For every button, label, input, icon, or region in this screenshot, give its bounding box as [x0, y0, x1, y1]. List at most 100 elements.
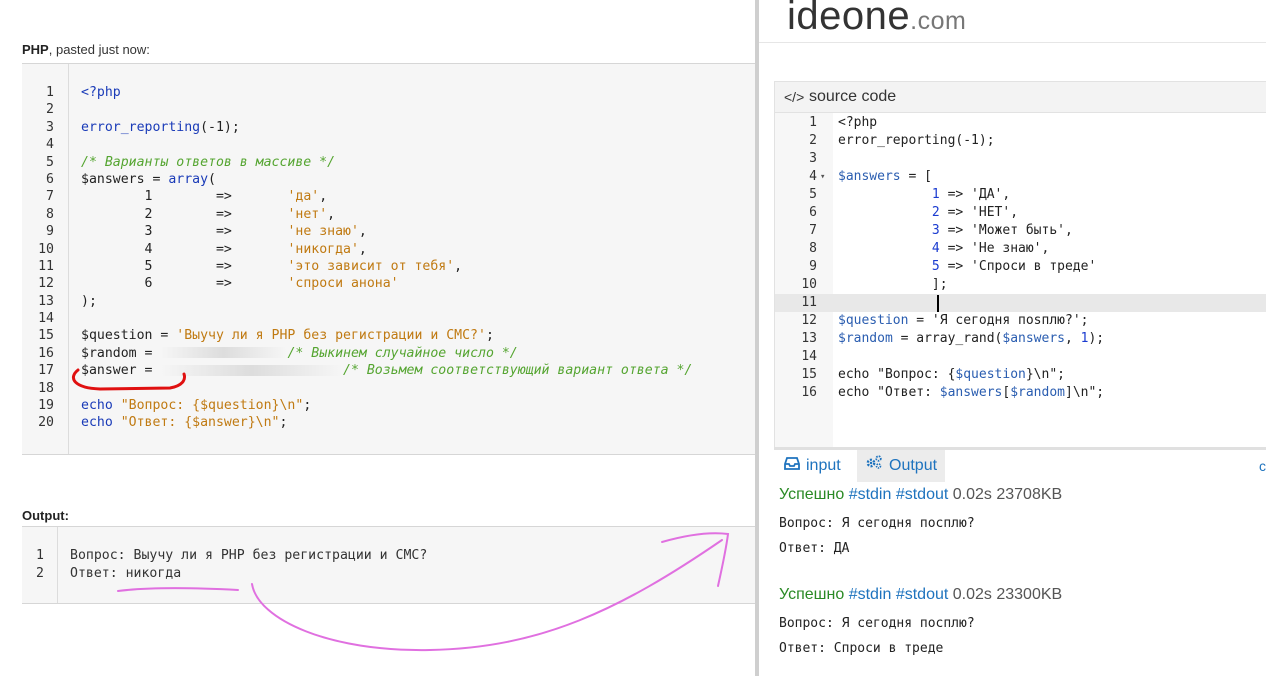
code-line: 14 [22, 310, 756, 327]
line-number: 1 [809, 115, 817, 130]
result-tags[interactable]: #stdin #stdout [849, 586, 949, 603]
line-number: 15 [801, 367, 817, 382]
line-number: 8 [809, 241, 817, 256]
code-editor[interactable]: 1 <?php 2 error_reporting(-1); 3 4 ▾ $answers =… [775, 114, 1266, 402]
line-number: 6 [46, 171, 54, 187]
result-output-line: Ответ: ДА [779, 541, 850, 556]
result-output-line: Ответ: Спроси в треде [779, 641, 944, 656]
code-text: 2 => 'НЕТ', [838, 204, 1018, 222]
code-line: 12 6 => 'спроси анона' [22, 275, 756, 292]
code-token: 'нет' [287, 206, 328, 222]
code-token: "Вопрос: {$question}\n" [112, 398, 304, 414]
io-tabs: input Output c [774, 447, 1266, 482]
line-number: 2 [809, 133, 817, 148]
code-line: 1 <?php [775, 114, 1266, 132]
code-line: 8 4 => 'Не знаю', [775, 240, 1266, 258]
line-number: 17 [38, 363, 54, 379]
code-token: 'это зависит от тебя' [287, 258, 455, 274]
code-text: <?php [81, 84, 121, 101]
output-text: Ответ: никогда [70, 565, 182, 581]
tab-output[interactable]: Output [857, 450, 946, 482]
code-token: error_reporting [81, 119, 201, 135]
code-line: 20 echo "Ответ: {$answer}\n"; [22, 414, 756, 431]
line-number: 15 [38, 328, 54, 344]
line-number: 19 [38, 398, 54, 414]
code-token: = [ [900, 169, 932, 184]
line-number: 6 [809, 205, 817, 220]
result-metrics: 0.02s 23300KB [952, 586, 1063, 603]
paste-output-block: 1 Вопрос: Выучу ли я PHP без регистрации … [22, 526, 756, 604]
fold-toggle-icon[interactable]: ▾ [820, 168, 825, 186]
status-success: Успешно [779, 586, 845, 603]
code-line: 15 echo "Вопрос: {$question}\n"; [775, 366, 1266, 384]
tab-input[interactable]: input [774, 450, 851, 482]
code-text: error_reporting(-1); [81, 119, 240, 136]
line-number: 9 [46, 224, 54, 240]
code-line: 3 [775, 150, 1266, 168]
code-token: => 'Спроси в треде' [939, 259, 1097, 274]
code-token: $random [1010, 385, 1065, 400]
code-token: $answers [939, 385, 1003, 400]
code-line: 9 5 => 'Спроси в треде' [775, 258, 1266, 276]
code-token: 2 => [81, 206, 288, 222]
paste-pane: PHP, pasted just now: 1 <?php 2 3 error_repo… [0, 0, 756, 676]
result-tags[interactable]: #stdin #stdout [849, 486, 949, 503]
code-token: $answers [1002, 331, 1065, 346]
line-number: 10 [38, 241, 54, 257]
gears-icon [865, 450, 883, 482]
result-status-line: Успешно #stdin #stdout 0.02s 23708KB [779, 486, 1062, 504]
code-text: 2 => 'нет', [81, 206, 336, 223]
code-line: 5 1 => 'ДА', [775, 186, 1266, 204]
logo-main: ideone [787, 0, 911, 38]
code-line: 5 /* Варианты ответов в массиве */ [22, 154, 756, 171]
code-token: 'не знаю' [287, 224, 359, 240]
code-token: 'спроси анона' [287, 276, 399, 292]
paste-language[interactable]: PHP [22, 42, 49, 57]
code-text: 4 => 'никогда', [81, 241, 367, 258]
code-line: 2 [22, 101, 756, 118]
ideone-logo[interactable]: ideone.com [787, 0, 966, 39]
code-token: ); [81, 293, 97, 309]
line-number: 13 [38, 293, 54, 309]
code-token: , [1065, 331, 1081, 346]
tab-bar-edge-glyph[interactable]: c [1259, 450, 1266, 482]
code-line: 15 $question = 'Выучу ли я PHP без регист… [22, 327, 756, 344]
line-number: 11 [38, 258, 54, 274]
paste-header-suffix: , pasted just now: [48, 42, 150, 57]
header-divider [759, 42, 1266, 43]
code-token: }\n"; [1025, 367, 1065, 382]
code-token: $random [838, 331, 893, 346]
code-token: , [358, 241, 367, 257]
code-token: ]; [838, 277, 948, 292]
code-token: array [168, 171, 209, 187]
code-token: => 'Может быть', [939, 223, 1073, 238]
paste-header: PHP, pasted just now: [22, 42, 150, 57]
code-line: 11 5 => 'это зависит от тебя', [22, 258, 756, 275]
line-number: 3 [46, 119, 54, 135]
line-number: 16 [801, 385, 817, 400]
code-text: $random = /* Выкинем случайное число */ [81, 345, 518, 362]
code-token: 3 [931, 223, 940, 238]
code-line: 14 [775, 348, 1266, 366]
code-text: echo "Ответ: {$answer}\n"; [81, 414, 287, 431]
redacted-code [160, 364, 344, 376]
code-token: $random = [81, 345, 161, 361]
code-token: /* Возьмем соответствующий вариант ответ… [343, 363, 693, 379]
code-text: ]; [838, 276, 948, 294]
code-token: , [454, 258, 463, 274]
code-text: echo "Вопрос: {$question}\n"; [838, 366, 1065, 384]
code-token: 5 [931, 259, 940, 274]
code-text: 5 => 'Спроси в треде' [838, 258, 1096, 276]
code-token: echo "Вопрос: { [838, 367, 956, 382]
code-token: /* Варианты ответов в массиве */ [81, 154, 336, 170]
result-output-line: Вопрос: Я сегодня посплю? [779, 516, 975, 531]
code-token: => 'НЕТ', [939, 205, 1019, 220]
code-line: 17 $answer = /* Возьмем соответствующий в… [22, 362, 756, 379]
line-number: 1 [36, 548, 44, 563]
output-text: Вопрос: Выучу ли я PHP без регистрации и… [70, 548, 428, 563]
code-line: 1 <?php [22, 84, 756, 101]
code-line: 13); [22, 293, 756, 310]
